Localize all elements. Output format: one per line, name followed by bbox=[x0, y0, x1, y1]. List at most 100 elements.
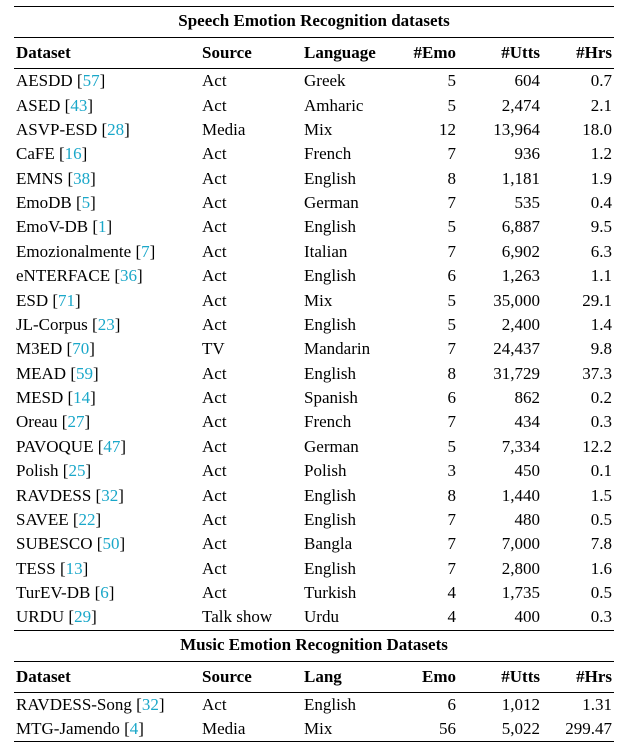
cell-dataset: SAVEE [22] bbox=[14, 508, 200, 532]
cell-source: Act bbox=[200, 142, 302, 166]
cell-utts: 35,000 bbox=[458, 288, 542, 312]
cell-hrs: 18.0 bbox=[542, 118, 614, 142]
dataset-name: ESD bbox=[16, 291, 48, 310]
citation-link[interactable]: 5 bbox=[82, 193, 91, 212]
cell-utts: 5,022 bbox=[458, 717, 542, 742]
citation-link[interactable]: 59 bbox=[76, 364, 93, 383]
cell-emo: 7 bbox=[398, 508, 458, 532]
dataset-name: PAVOQUE bbox=[16, 437, 93, 456]
cell-language: Spanish bbox=[302, 386, 398, 410]
citation-link[interactable]: 28 bbox=[107, 120, 124, 139]
citation-link[interactable]: 57 bbox=[83, 71, 100, 90]
cell-utts: 2,400 bbox=[458, 313, 542, 337]
cell-language: English bbox=[302, 557, 398, 581]
cell-language: Amharic bbox=[302, 93, 398, 117]
citation-link[interactable]: 36 bbox=[120, 266, 137, 285]
cell-language: English bbox=[302, 167, 398, 191]
dataset-name: ASED bbox=[16, 96, 60, 115]
cell-source: Act bbox=[200, 410, 302, 434]
cell-dataset: Oreau [27] bbox=[14, 410, 200, 434]
citation-link[interactable]: 25 bbox=[68, 461, 85, 480]
citation-link[interactable]: 70 bbox=[72, 339, 89, 358]
cell-hrs: 2.1 bbox=[542, 93, 614, 117]
cell-hrs: 0.2 bbox=[542, 386, 614, 410]
cell-source: Act bbox=[200, 362, 302, 386]
citation-link[interactable]: 23 bbox=[98, 315, 115, 334]
cell-emo: 5 bbox=[398, 313, 458, 337]
cell-emo: 6 bbox=[398, 264, 458, 288]
dataset-name: MESD bbox=[16, 388, 63, 407]
cell-emo: 7 bbox=[398, 337, 458, 361]
cell-dataset: Emozionalmente [7] bbox=[14, 240, 200, 264]
cell-dataset: ESD [71] bbox=[14, 288, 200, 312]
cell-dataset: TESS [13] bbox=[14, 557, 200, 581]
cell-hrs: 1.1 bbox=[542, 264, 614, 288]
cell-source: Act bbox=[200, 483, 302, 507]
citation-link[interactable]: 43 bbox=[70, 96, 87, 115]
cell-language: English bbox=[302, 313, 398, 337]
cell-dataset: EmoV-DB [1] bbox=[14, 215, 200, 239]
dataset-name: eNTERFACE bbox=[16, 266, 110, 285]
col-emo: #Emo bbox=[398, 38, 458, 69]
cell-dataset: TurEV-DB [6] bbox=[14, 581, 200, 605]
cell-emo: 7 bbox=[398, 240, 458, 264]
dataset-name: EmoV-DB bbox=[16, 217, 88, 236]
col-utts: #Utts bbox=[458, 661, 542, 692]
citation-link[interactable]: 13 bbox=[66, 559, 83, 578]
dataset-name: CaFE bbox=[16, 144, 55, 163]
dataset-name: Oreau bbox=[16, 412, 58, 431]
citation-link[interactable]: 4 bbox=[130, 719, 139, 738]
citation-link[interactable]: 38 bbox=[73, 169, 90, 188]
citation-link[interactable]: 47 bbox=[103, 437, 120, 456]
dataset-name: ASVP-ESD bbox=[16, 120, 97, 139]
citation-link[interactable]: 32 bbox=[142, 695, 159, 714]
cell-dataset: MTG-Jamendo [4] bbox=[14, 717, 200, 742]
cell-emo: 5 bbox=[398, 69, 458, 94]
cell-dataset: CaFE [16] bbox=[14, 142, 200, 166]
col-language: Language bbox=[302, 38, 398, 69]
col-source: Source bbox=[200, 661, 302, 692]
cell-utts: 480 bbox=[458, 508, 542, 532]
cell-language: German bbox=[302, 191, 398, 215]
dataset-name: MTG-Jamendo bbox=[16, 719, 120, 738]
citation-link[interactable]: 27 bbox=[67, 412, 84, 431]
cell-language: Greek bbox=[302, 69, 398, 94]
cell-language: Mix bbox=[302, 118, 398, 142]
cell-dataset: M3ED [70] bbox=[14, 337, 200, 361]
cell-dataset: RAVDESS-Song [32] bbox=[14, 692, 200, 717]
cell-utts: 450 bbox=[458, 459, 542, 483]
cell-hrs: 1.31 bbox=[542, 692, 614, 717]
cell-hrs: 0.5 bbox=[542, 508, 614, 532]
cell-utts: 31,729 bbox=[458, 362, 542, 386]
dataset-name: M3ED bbox=[16, 339, 62, 358]
citation-link[interactable]: 16 bbox=[65, 144, 82, 163]
cell-utts: 400 bbox=[458, 605, 542, 630]
cell-language: English bbox=[302, 692, 398, 717]
cell-emo: 7 bbox=[398, 557, 458, 581]
cell-language: Polish bbox=[302, 459, 398, 483]
citation-link[interactable]: 32 bbox=[101, 486, 118, 505]
citation-link[interactable]: 29 bbox=[74, 607, 91, 626]
cell-source: Act bbox=[200, 459, 302, 483]
cell-source: Act bbox=[200, 386, 302, 410]
cell-source: Act bbox=[200, 288, 302, 312]
cell-language: French bbox=[302, 410, 398, 434]
citation-link[interactable]: 71 bbox=[58, 291, 75, 310]
cell-hrs: 9.8 bbox=[542, 337, 614, 361]
col-utts: #Utts bbox=[458, 38, 542, 69]
cell-hrs: 9.5 bbox=[542, 215, 614, 239]
citation-link[interactable]: 50 bbox=[102, 534, 119, 553]
cell-language: English bbox=[302, 215, 398, 239]
cell-source: Act bbox=[200, 240, 302, 264]
citation-link[interactable]: 1 bbox=[98, 217, 107, 236]
citation-link[interactable]: 22 bbox=[79, 510, 96, 529]
cell-language: English bbox=[302, 362, 398, 386]
dataset-name: Polish bbox=[16, 461, 59, 480]
cell-utts: 1,263 bbox=[458, 264, 542, 288]
dataset-name: RAVDESS bbox=[16, 486, 91, 505]
citation-link[interactable]: 7 bbox=[141, 242, 150, 261]
cell-language: Italian bbox=[302, 240, 398, 264]
citation-link[interactable]: 6 bbox=[100, 583, 109, 602]
cell-utts: 7,000 bbox=[458, 532, 542, 556]
citation-link[interactable]: 14 bbox=[73, 388, 90, 407]
